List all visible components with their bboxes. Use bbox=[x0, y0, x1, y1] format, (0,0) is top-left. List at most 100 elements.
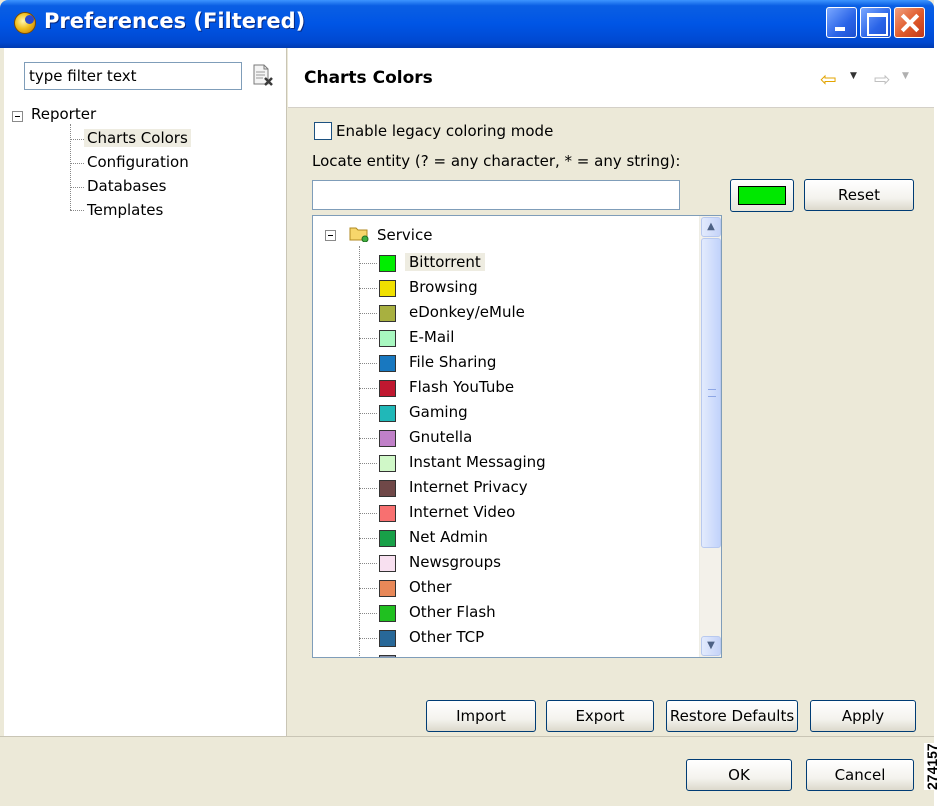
tree-item-configuration[interactable]: Configuration bbox=[87, 153, 189, 171]
scroll-up-icon[interactable]: ▲ bbox=[701, 217, 721, 237]
tree-connector bbox=[359, 488, 377, 489]
tree-connector bbox=[70, 210, 84, 211]
service-item[interactable]: Gnutella bbox=[359, 426, 689, 451]
service-item[interactable]: Newsgroups bbox=[359, 551, 689, 576]
back-arrow-icon[interactable]: ⇦ bbox=[820, 67, 837, 91]
color-swatch-icon bbox=[379, 255, 396, 272]
legacy-coloring-label: Enable legacy coloring mode bbox=[336, 122, 554, 140]
color-picker-button[interactable] bbox=[730, 179, 794, 212]
service-item[interactable]: Net Admin bbox=[359, 526, 689, 551]
tree-connector bbox=[70, 163, 84, 164]
color-swatch-icon bbox=[379, 355, 396, 372]
color-swatch-icon bbox=[379, 280, 396, 297]
service-item[interactable]: Other bbox=[359, 576, 689, 601]
service-item-label: Net Admin bbox=[409, 528, 488, 546]
apply-button[interactable]: Apply bbox=[810, 700, 916, 732]
tree-connector bbox=[359, 588, 377, 589]
tree-connector bbox=[359, 563, 377, 564]
color-swatch-icon bbox=[379, 405, 396, 422]
filter-input[interactable] bbox=[24, 62, 242, 90]
tree-connector bbox=[359, 263, 377, 264]
service-item-label: E-Mail bbox=[409, 328, 455, 346]
service-item[interactable]: Browsing bbox=[359, 276, 689, 301]
tree-connector bbox=[70, 139, 84, 140]
dialog-footer: OK Cancel bbox=[0, 736, 934, 806]
legacy-coloring-checkbox[interactable] bbox=[314, 122, 332, 140]
service-item[interactable]: File Sharing bbox=[359, 351, 689, 376]
service-item[interactable]: Instant Messaging bbox=[359, 451, 689, 476]
export-button[interactable]: Export bbox=[546, 700, 654, 732]
service-item-label: Gnutella bbox=[409, 428, 473, 446]
service-item-label: eDonkey/eMule bbox=[409, 303, 525, 321]
service-item-label: Internet Privacy bbox=[409, 478, 528, 496]
service-item[interactable]: Bittorrent bbox=[359, 251, 689, 276]
locate-entity-label: Locate entity (? = any character, * = an… bbox=[312, 152, 681, 170]
tree-item-databases[interactable]: Databases bbox=[87, 177, 166, 195]
service-item-label: Other TCP bbox=[409, 628, 485, 646]
window-title: Preferences (Filtered) bbox=[44, 9, 306, 33]
preference-page: Charts Colors ⇦ ▼ ⇨ ▼ Enable legacy colo… bbox=[288, 48, 934, 736]
forward-dropdown-icon[interactable]: ▼ bbox=[902, 71, 909, 81]
cancel-button[interactable]: Cancel bbox=[806, 759, 914, 791]
reset-button[interactable]: Reset bbox=[804, 179, 914, 211]
service-color-tree[interactable]: Service Bittorrent Browsing eDonkey/eMule E… bbox=[312, 215, 722, 658]
color-swatch-icon bbox=[379, 305, 396, 322]
preferences-window: Preferences (Filtered) Reporter Cha bbox=[0, 0, 934, 806]
back-dropdown-icon[interactable]: ▼ bbox=[850, 71, 857, 81]
import-button[interactable]: Import bbox=[426, 700, 536, 732]
tree-connector bbox=[70, 124, 71, 210]
collapse-icon[interactable] bbox=[325, 230, 336, 241]
tree-connector bbox=[359, 413, 377, 414]
color-swatch-icon bbox=[379, 605, 396, 622]
ok-button[interactable]: OK bbox=[686, 759, 792, 791]
vertical-scrollbar[interactable]: ▲ ▼ bbox=[699, 216, 721, 657]
current-color-swatch bbox=[738, 186, 786, 205]
tree-item-charts-colors[interactable]: Charts Colors bbox=[84, 129, 191, 147]
service-item-label: Internet Video bbox=[409, 503, 516, 521]
service-item-label: Newsgroups bbox=[409, 553, 501, 571]
maximize-button[interactable] bbox=[860, 7, 891, 38]
tree-connector bbox=[359, 313, 377, 314]
forward-arrow-icon[interactable]: ⇨ bbox=[874, 67, 891, 91]
tree-connector bbox=[359, 388, 377, 389]
service-item-label: Bittorrent bbox=[405, 253, 485, 271]
service-item-label: Instant Messaging bbox=[409, 453, 546, 471]
scroll-down-icon[interactable]: ▼ bbox=[701, 636, 721, 656]
collapse-icon[interactable] bbox=[12, 111, 23, 122]
color-swatch-icon bbox=[379, 530, 396, 547]
service-item[interactable]: Internet Video bbox=[359, 501, 689, 526]
service-item-label: Gaming bbox=[409, 403, 468, 421]
tree-item-reporter[interactable]: Reporter bbox=[31, 105, 96, 123]
figure-id-label: 274157 bbox=[924, 743, 940, 790]
service-item[interactable]: eDonkey/eMule bbox=[359, 301, 689, 326]
service-item[interactable]: E-Mail bbox=[359, 326, 689, 351]
color-swatch-icon bbox=[379, 330, 396, 347]
preference-navigation-pane: Reporter Charts Colors Configuration Dat… bbox=[4, 48, 287, 736]
tree-item-templates[interactable]: Templates bbox=[87, 201, 163, 219]
service-item[interactable]: Internet Privacy bbox=[359, 476, 689, 501]
scroll-thumb[interactable] bbox=[701, 238, 721, 548]
service-item[interactable]: Gaming bbox=[359, 401, 689, 426]
tree-connector bbox=[359, 363, 377, 364]
clear-filter-icon[interactable] bbox=[252, 64, 274, 88]
restore-defaults-button[interactable]: Restore Defaults bbox=[666, 700, 798, 732]
color-swatch-icon bbox=[379, 630, 396, 647]
service-group-label[interactable]: Service bbox=[377, 226, 432, 244]
page-title: Charts Colors bbox=[304, 68, 433, 88]
color-swatch-icon bbox=[379, 555, 396, 572]
scroll-grip-icon bbox=[708, 389, 716, 397]
folder-icon bbox=[349, 226, 369, 243]
close-button[interactable] bbox=[894, 7, 925, 38]
tree-connector bbox=[359, 338, 377, 339]
tree-connector bbox=[359, 638, 377, 639]
service-item[interactable]: Other Flash bbox=[359, 601, 689, 626]
tree-connector bbox=[359, 438, 377, 439]
locate-entity-input[interactable] bbox=[312, 180, 680, 210]
minimize-button[interactable] bbox=[826, 7, 857, 38]
service-item[interactable]: Flash YouTube bbox=[359, 376, 689, 401]
tree-connector bbox=[359, 513, 377, 514]
tree-connector bbox=[359, 613, 377, 614]
service-item[interactable]: Other TCP bbox=[359, 626, 689, 651]
title-bar[interactable]: Preferences (Filtered) bbox=[0, 0, 934, 48]
service-item[interactable] bbox=[359, 651, 689, 657]
